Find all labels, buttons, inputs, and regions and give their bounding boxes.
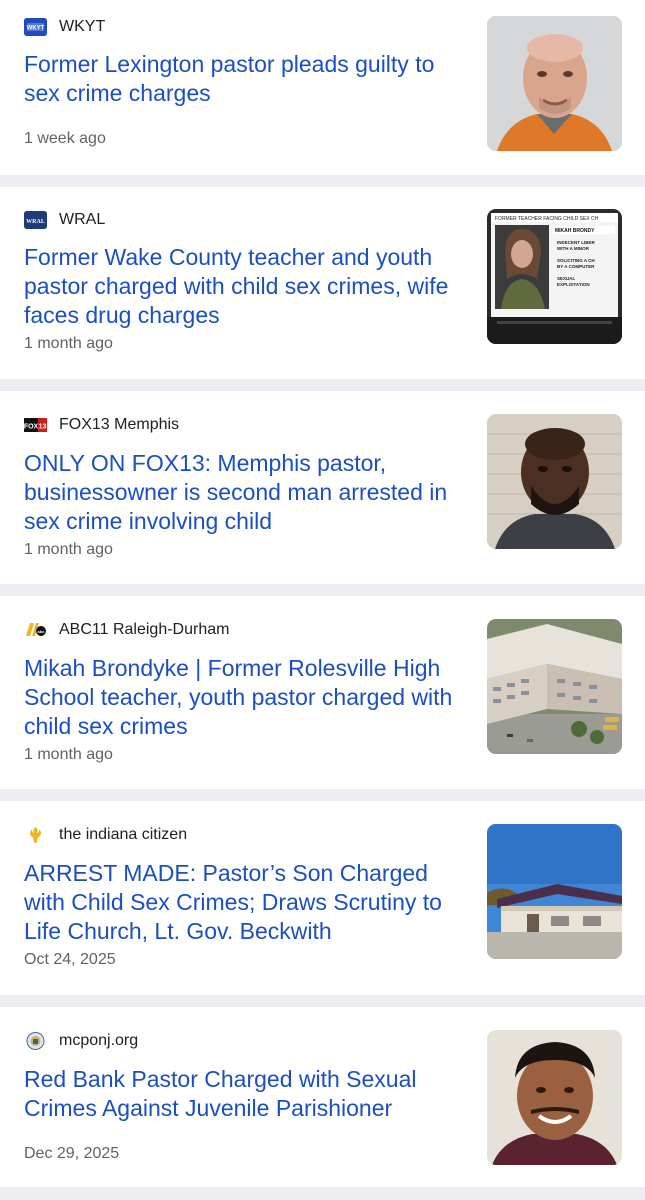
article-headline[interactable]: ARREST MADE: Pastor’s Son Charged with C… — [24, 859, 469, 946]
mugshot-photo-icon — [487, 16, 622, 151]
abc11-logo-icon: abc — [24, 621, 47, 639]
news-source[interactable]: the indiana citizen — [24, 824, 187, 846]
article-thumbnail[interactable] — [487, 619, 622, 754]
article-thumbnail[interactable] — [487, 16, 622, 151]
article-time: 1 month ago — [24, 335, 113, 352]
article-headline[interactable]: Former Wake County teacher and youth pas… — [24, 243, 469, 330]
wkyt-logo-icon: WKYT — [24, 18, 47, 36]
article-headline[interactable]: Mikah Brondyke | Former Rolesville High … — [24, 654, 469, 741]
news-card[interactable]: abc ABC11 Raleigh-Durham Mikah Brondyke … — [0, 596, 645, 789]
svg-text:SEXUAL: SEXUAL — [557, 276, 576, 281]
svg-text:FORMER TEACHER FACING CHILD SE: FORMER TEACHER FACING CHILD SEX CH — [495, 216, 599, 222]
news-feed: WKYT WKYT Former Lexington pastor pleads… — [0, 0, 645, 1200]
card-separator — [0, 1187, 645, 1200]
news-screenshot-photo-icon: FORMER TEACHER FACING CHILD SEX CH MIKAH… — [487, 209, 622, 344]
news-source[interactable]: mcponj.org — [24, 1030, 138, 1052]
news-card[interactable]: WRAL WRAL Former Wake County teacher and… — [0, 187, 645, 379]
source-name: WKYT — [59, 18, 106, 35]
article-thumbnail[interactable] — [487, 824, 622, 959]
svg-text:EXPLOITATION: EXPLOITATION — [557, 282, 590, 287]
svg-text:WITH A MINOR: WITH A MINOR — [557, 246, 590, 251]
article-thumbnail[interactable] — [487, 1030, 622, 1165]
source-name: mcponj.org — [59, 1032, 139, 1049]
card-separator — [0, 175, 645, 187]
card-separator — [0, 379, 645, 391]
article-time: 1 month ago — [24, 541, 113, 558]
svg-text:INDECENT LIBER: INDECENT LIBER — [557, 240, 596, 245]
svg-text:SOLICITING A CH: SOLICITING A CH — [557, 258, 595, 263]
news-source[interactable]: WRAL WRAL — [24, 209, 105, 231]
source-name: WRAL — [59, 211, 106, 228]
article-headline[interactable]: ONLY ON FOX13: Memphis pastor, businesso… — [24, 449, 469, 536]
article-headline[interactable]: Former Lexington pastor pleads guilty to… — [24, 50, 469, 108]
svg-text:WKYT: WKYT — [27, 26, 45, 32]
article-time: 1 month ago — [24, 746, 113, 763]
news-source[interactable]: abc ABC11 Raleigh-Durham — [24, 619, 229, 641]
county-seal-icon — [24, 1032, 47, 1050]
news-source[interactable]: FOX 13 FOX13 Memphis — [24, 414, 179, 436]
card-separator — [0, 995, 645, 1007]
svg-text:FOX: FOX — [24, 424, 39, 431]
article-thumbnail[interactable]: FORMER TEACHER FACING CHILD SEX CH MIKAH… — [487, 209, 622, 344]
svg-text:abc: abc — [38, 629, 46, 634]
source-name: the indiana citizen — [59, 826, 188, 843]
news-card[interactable]: WKYT WKYT Former Lexington pastor pleads… — [0, 0, 645, 175]
news-card[interactable]: FOX 13 FOX13 Memphis ONLY ON FOX13: Memp… — [0, 391, 645, 584]
portrait-photo-icon — [487, 1030, 622, 1165]
svg-text:MIKAH BRONDY: MIKAH BRONDY — [555, 228, 595, 234]
aerial-school-photo-icon — [487, 619, 622, 754]
mugshot-photo-icon — [487, 414, 622, 549]
news-card[interactable]: the indiana citizen ARREST MADE: Pastor’… — [0, 801, 645, 995]
torch-icon — [24, 826, 47, 844]
card-separator — [0, 789, 645, 801]
svg-text:WRAL: WRAL — [26, 219, 45, 225]
church-building-photo-icon — [487, 824, 622, 959]
source-name: ABC11 Raleigh-Durham — [59, 621, 230, 638]
wral-logo-icon: WRAL — [24, 211, 47, 229]
article-time: Oct 24, 2025 — [24, 951, 116, 968]
article-time: 1 week ago — [24, 130, 106, 147]
article-thumbnail[interactable] — [487, 414, 622, 549]
source-name: FOX13 Memphis — [59, 416, 180, 433]
svg-text:BY A COMPUTER: BY A COMPUTER — [557, 264, 595, 269]
card-separator — [0, 584, 645, 596]
article-headline[interactable]: Red Bank Pastor Charged with Sexual Crim… — [24, 1065, 469, 1123]
article-time: Dec 29, 2025 — [24, 1145, 120, 1162]
svg-text:13: 13 — [39, 424, 47, 431]
news-source[interactable]: WKYT WKYT — [24, 16, 105, 38]
news-card[interactable]: mcponj.org Red Bank Pastor Charged with … — [0, 1007, 645, 1187]
fox13-logo-icon: FOX 13 — [24, 416, 47, 434]
